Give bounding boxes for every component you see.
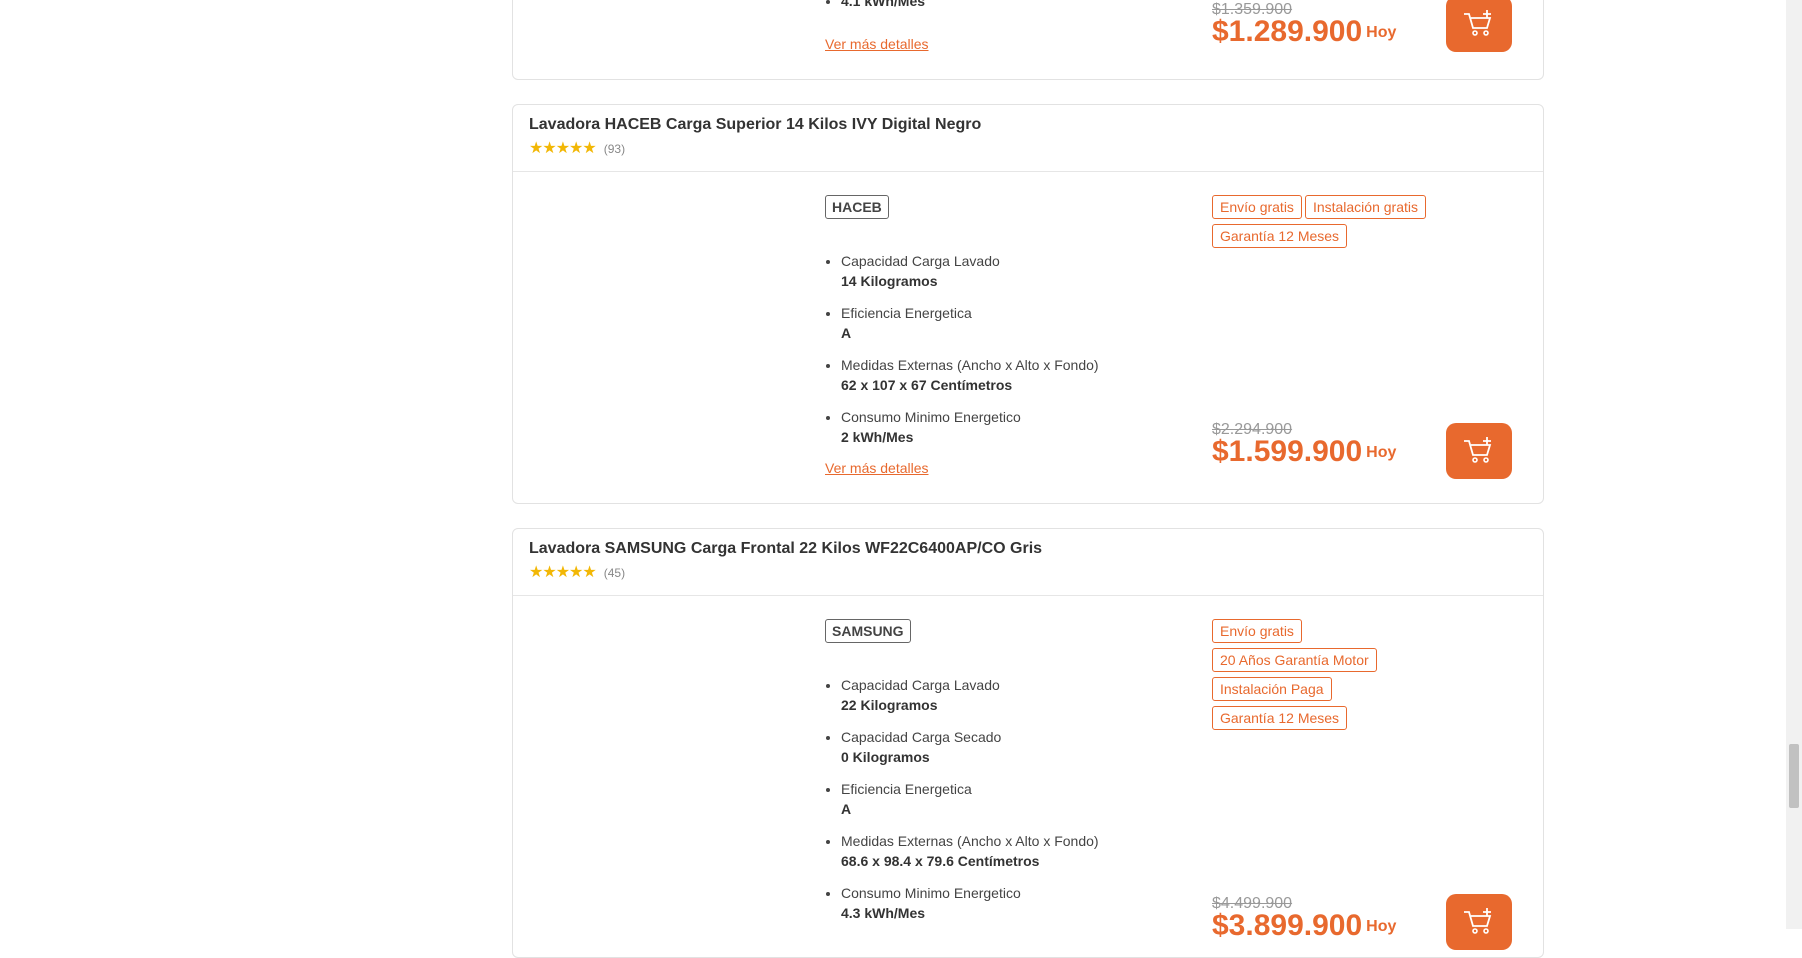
product-title[interactable]: Lavadora HACEB Carga Superior 14 Kilos I… bbox=[529, 116, 981, 134]
benefit-badge: Envío gratis bbox=[1212, 619, 1302, 643]
scrollbar-thumb[interactable] bbox=[1789, 744, 1799, 808]
spec-value: 0 Kilogramos bbox=[841, 749, 930, 765]
spec-item: Capacidad Carga Lavado 14 Kilogramos bbox=[841, 251, 1099, 291]
spec-list: Capacidad Carga Lavado 22 Kilogramos Capa… bbox=[825, 675, 1099, 935]
price-suffix: Hoy bbox=[1366, 444, 1397, 461]
price-value: $3.899.900 bbox=[1212, 909, 1363, 942]
price-value: $1.599.900 bbox=[1212, 435, 1363, 468]
spec-item: Medidas Externas (Ancho x Alto x Fondo) 6… bbox=[841, 831, 1099, 871]
spec-label: Eficiencia Energetica bbox=[841, 305, 972, 321]
spec-list: 4.1 kWh/Mes bbox=[825, 0, 925, 23]
benefit-badge: Garantía 12 Meses bbox=[1212, 224, 1348, 248]
star-icon: ★ bbox=[529, 140, 543, 157]
rating-count: (45) bbox=[603, 566, 626, 580]
star-icon: ★ bbox=[542, 140, 556, 157]
badge-list: Envío gratis 20 Años Garantía Motor Instal… bbox=[1212, 619, 1452, 735]
product-card: 4.1 kWh/Mes Ver más detalles $1.359.900 … bbox=[512, 0, 1544, 80]
spec-item: Medidas Externas (Ancho x Alto x Fondo) 6… bbox=[841, 355, 1099, 395]
spec-label: Capacidad Carga Secado bbox=[841, 729, 1002, 745]
star-icon: ★ bbox=[582, 140, 596, 157]
price-suffix: Hoy bbox=[1366, 918, 1397, 935]
spec-value: 2 kWh/Mes bbox=[841, 429, 914, 445]
star-icon: ★ bbox=[555, 140, 570, 157]
spec-item: Consumo Minimo Energetico 2 kWh/Mes bbox=[841, 407, 1099, 447]
spec-item: Capacidad Carga Lavado 22 Kilogramos bbox=[841, 675, 1099, 715]
star-icon: ★ bbox=[569, 564, 583, 581]
rating: ★ ★ ★ ★ ★ (93) bbox=[529, 141, 625, 157]
card-header: Lavadora HACEB Carga Superior 14 Kilos I… bbox=[513, 105, 1543, 172]
benefit-badge: Instalación Paga bbox=[1212, 677, 1332, 701]
add-to-cart-icon bbox=[1464, 437, 1492, 463]
spec-label: Capacidad Carga Lavado bbox=[841, 677, 1000, 693]
benefit-badge: Garantía 12 Meses bbox=[1212, 706, 1348, 730]
star-icon: ★ bbox=[555, 564, 570, 581]
spec-value: 14 Kilogramos bbox=[841, 273, 938, 289]
spec-label: Medidas Externas (Ancho x Alto x Fondo) bbox=[841, 357, 1099, 373]
spec-label: Capacidad Carga Lavado bbox=[841, 253, 1000, 269]
spec-label: Consumo Minimo Energetico bbox=[841, 885, 1021, 901]
details-link[interactable]: Ver más detalles bbox=[825, 36, 929, 52]
spec-value: 22 Kilogramos bbox=[841, 697, 938, 713]
star-icon: ★ bbox=[542, 564, 556, 581]
spec-label: Medidas Externas (Ancho x Alto x Fondo) bbox=[841, 833, 1099, 849]
star-icon: ★ bbox=[582, 564, 596, 581]
current-price: $1.599.900 Hoy bbox=[1212, 435, 1396, 469]
spec-item: Capacidad Carga Secado 0 Kilogramos bbox=[841, 727, 1099, 767]
spec-item: Eficiencia Energetica A bbox=[841, 303, 1099, 343]
spec-value: A bbox=[841, 325, 852, 341]
spec-label: Eficiencia Energetica bbox=[841, 781, 972, 797]
star-icon: ★ bbox=[529, 564, 543, 581]
spec-item: Eficiencia Energetica A bbox=[841, 779, 1099, 819]
current-price: $1.289.900 Hoy bbox=[1212, 15, 1396, 49]
spec-list: Capacidad Carga Lavado 14 Kilogramos Efic… bbox=[825, 251, 1099, 459]
spec-value: 4.3 kWh/Mes bbox=[841, 905, 926, 921]
product-title[interactable]: Lavadora SAMSUNG Carga Frontal 22 Kilos … bbox=[529, 540, 1042, 558]
benefit-badge: Envío gratis bbox=[1212, 195, 1302, 219]
details-link[interactable]: Ver más detalles bbox=[825, 460, 929, 476]
add-to-cart-button[interactable] bbox=[1446, 0, 1512, 52]
spec-item: Consumo Minimo Energetico 4.3 kWh/Mes bbox=[841, 883, 1099, 923]
price-suffix: Hoy bbox=[1366, 24, 1397, 41]
product-card: Lavadora SAMSUNG Carga Frontal 22 Kilos … bbox=[512, 528, 1544, 958]
badge-list: Envío gratis Instalación gratis Garantía 1… bbox=[1212, 195, 1452, 253]
page-scrollbar[interactable] bbox=[1786, 0, 1802, 929]
card-header: Lavadora SAMSUNG Carga Frontal 22 Kilos … bbox=[513, 529, 1543, 596]
star-icon: ★ bbox=[569, 140, 583, 157]
current-price: $3.899.900 Hoy bbox=[1212, 909, 1396, 943]
benefit-badge: 20 Años Garantía Motor bbox=[1212, 648, 1377, 672]
spec-value: 68.6 x 98.4 x 79.6 Centímetros bbox=[841, 853, 1040, 869]
spec-label: Consumo Minimo Energetico bbox=[841, 409, 1021, 425]
rating-count: (93) bbox=[603, 142, 626, 156]
spec-value: 4.1 kWh/Mes bbox=[841, 0, 926, 9]
add-to-cart-button[interactable] bbox=[1446, 423, 1512, 479]
brand-badge: SAMSUNG bbox=[825, 619, 911, 643]
spec-value: 62 x 107 x 67 Centímetros bbox=[841, 377, 1013, 393]
spec-value: A bbox=[841, 801, 852, 817]
add-to-cart-icon bbox=[1464, 908, 1492, 934]
rating: ★ ★ ★ ★ ★ (45) bbox=[529, 565, 625, 581]
brand-badge: HACEB bbox=[825, 195, 889, 219]
add-to-cart-icon bbox=[1464, 10, 1492, 36]
product-card: Lavadora HACEB Carga Superior 14 Kilos I… bbox=[512, 104, 1544, 504]
price-value: $1.289.900 bbox=[1212, 15, 1363, 48]
add-to-cart-button[interactable] bbox=[1446, 894, 1512, 950]
spec-item: 4.1 kWh/Mes bbox=[841, 0, 925, 11]
benefit-badge: Instalación gratis bbox=[1304, 195, 1426, 219]
